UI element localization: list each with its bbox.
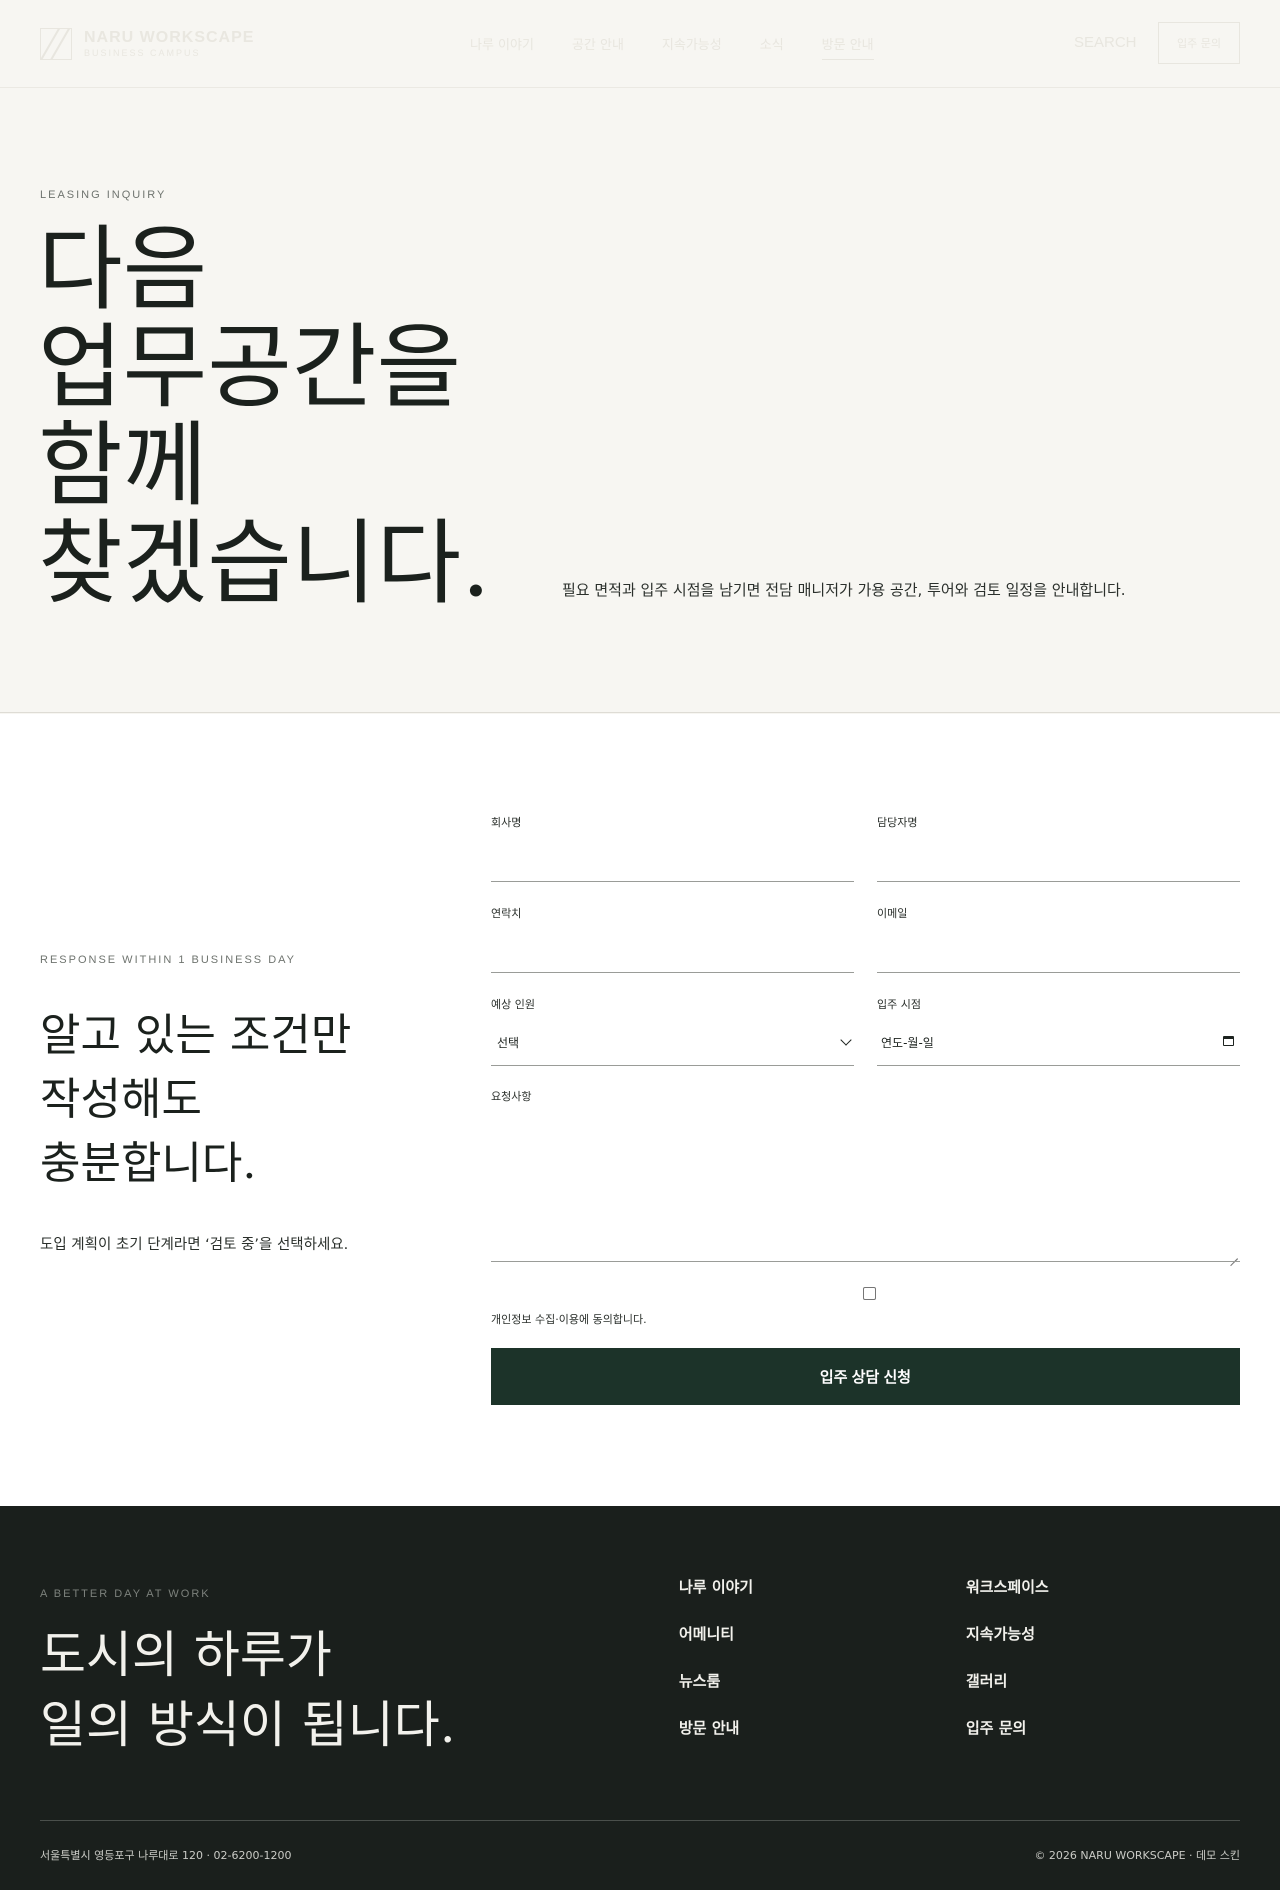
logo-mark-icon [40,28,72,60]
hero-eyebrow: LEASING INQUIRY [40,189,167,201]
contact-name-field: 담당자명 [877,814,1240,882]
form-note: 도입 계획이 초기 단계라면 ‘검토 중’을 선택하세요. [40,1237,349,1253]
form-eyebrow: RESPONSE WITHIN 1 BUSINESS DAY [40,954,297,966]
contact-name-input[interactable] [877,840,1240,881]
email-input[interactable] [877,931,1240,972]
headcount-field[interactable]: 예상 인원 선택 [491,996,854,1066]
hero-description: 필요 면적과 입주 시점을 남기면 전담 매니저가 가용 공간, 투어와 검토 … [562,581,1126,599]
hero-title: 다음 업무공간을 함께 찾겠습니다. [38,221,490,613]
form-title-line: 알고 있는 조건만 [40,1010,352,1061]
phone-field: 연락치 [491,905,854,973]
move-in-label: 입주 시점 [877,998,921,1011]
headcount-select[interactable]: 선택 [497,1034,519,1051]
hero-title-line: 함께 [38,412,208,519]
email-field: 이메일 [877,905,1240,973]
chevron-down-icon [840,1034,852,1046]
logo-name: NARU WORKSCAPE [84,29,255,46]
phone-label: 연락치 [491,907,522,920]
nav-item-sustainability[interactable]: 지속가능성 [662,34,722,60]
footer-link-inquiry[interactable]: 입주 문의 [966,1717,1026,1738]
nav-item-spaces[interactable]: 공간 안내 [572,34,624,60]
calendar-icon[interactable] [1223,1036,1234,1046]
hero-title-line: 찾겠습니다. [38,510,491,617]
move-in-date-input[interactable]: 연도-월-일 [881,1034,934,1051]
phone-input[interactable] [491,931,854,972]
request-field: 요청사항 [491,1088,1240,1262]
consent-checkbox[interactable] [863,1287,876,1300]
footer-link-amenity[interactable]: 어메니티 [679,1623,734,1644]
headcount-label: 예상 인원 [491,998,535,1011]
move-in-field[interactable]: 입주 시점 연도-월-일 [877,996,1240,1066]
footer-link-gallery[interactable]: 갤러리 [966,1670,1007,1691]
main-nav: 나루 이야기 공간 안내 지속가능성 소식 방문 안내 [470,34,874,60]
search-link[interactable]: SEARCH [1074,34,1137,51]
inquiry-button[interactable]: 입주 문의 [1158,22,1240,64]
form-title-line: 충분합니다. [40,1138,257,1189]
hero-title-line: 업무공간을 [38,314,462,421]
footer-link-visit[interactable]: 방문 안내 [679,1717,739,1738]
company-input[interactable] [491,840,854,881]
footer-link-newsroom[interactable]: 뉴스룸 [679,1670,720,1691]
footer-link-story[interactable]: 나루 이야기 [679,1576,753,1597]
form-title-line: 작성해도 [40,1074,202,1125]
resize-handle-icon[interactable] [1230,1251,1238,1259]
footer-link-sustainability[interactable]: 지속가능성 [966,1623,1035,1644]
company-label: 회사명 [491,816,522,829]
hero-section: LEASING INQUIRY 다음 업무공간을 함께 찾겠습니다. 필요 면적… [0,89,1280,713]
footer-link-workspace[interactable]: 워크스페이스 [966,1576,1049,1597]
hero-title-line: 다음 [38,216,208,323]
contact-name-label: 담당자명 [877,816,918,829]
footer-address: 서울특별시 영등포구 나루대로 120 · 02-6200-1200 [40,1849,292,1862]
consent-label: 개인정보 수집·이용에 동의합니다. [491,1313,647,1326]
nav-item-story[interactable]: 나루 이야기 [470,34,534,60]
logo[interactable]: NARU WORKSCAPE BUSINESS CAMPUS [40,28,254,60]
site-header: NARU WORKSCAPE BUSINESS CAMPUS 나루 이야기 공간… [0,0,1280,88]
submit-button[interactable]: 입주 상담 신청 [491,1348,1240,1405]
footer-title: 도시의 하루가 일의 방식이 됩니다. [40,1620,456,1760]
email-label: 이메일 [877,907,908,920]
logo-subtitle: BUSINESS CAMPUS [84,48,201,58]
nav-item-news[interactable]: 소식 [760,34,784,60]
nav-item-visit[interactable]: 방문 안내 [821,34,874,60]
footer-title-line: 도시의 하루가 [40,1626,332,1684]
footer-copyright: © 2026 NARU WORKSCAPE · 데모 스킨 [1034,1849,1240,1862]
request-textarea[interactable] [491,1114,1240,1261]
footer-eyebrow: A BETTER DAY AT WORK [40,1588,211,1600]
footer-title-line: 일의 방식이 됩니다. [40,1696,456,1754]
form-title: 알고 있는 조건만 작성해도 충분합니다. [40,1004,351,1196]
request-label: 요청사항 [491,1090,532,1103]
site-footer: A BETTER DAY AT WORK 도시의 하루가 일의 방식이 됩니다.… [0,1506,1280,1890]
company-field: 회사명 [491,814,854,882]
footer-divider [40,1820,1240,1821]
